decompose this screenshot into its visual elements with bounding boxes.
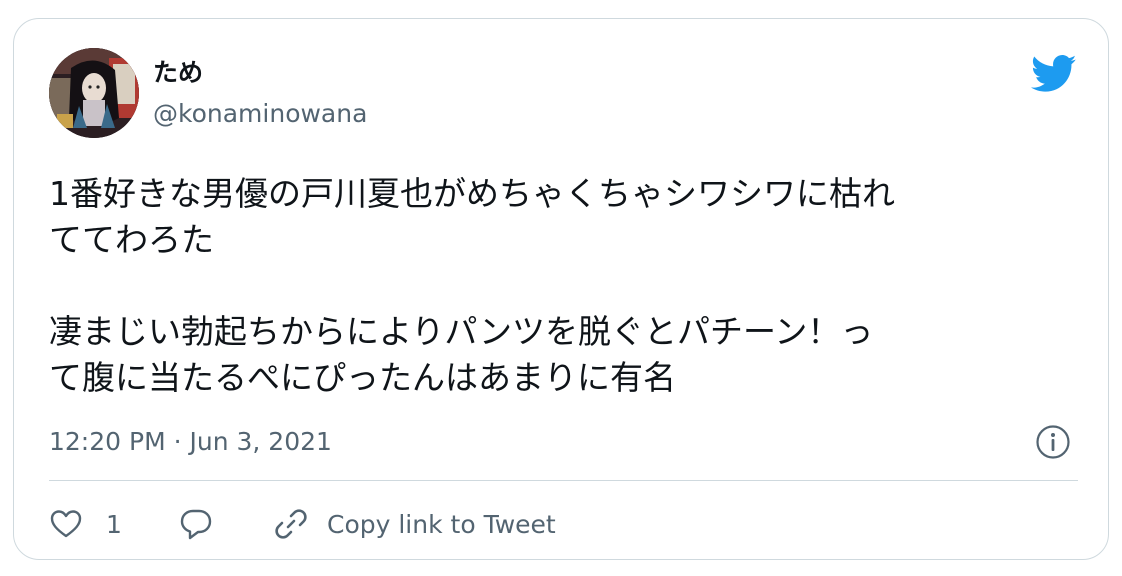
username-handle[interactable]: @konaminowana [153,97,367,131]
tweet-text-line: 1番好きな男優の戸川夏也がめちゃくちゃシワシワに枯れ [49,174,895,213]
info-icon[interactable] [1035,424,1071,460]
tweet-timestamp[interactable]: 12:20 PM · Jun 3, 2021 [49,425,332,459]
heart-icon [50,509,82,539]
tweet-text-line: ててわろた [49,220,214,259]
tweet-text: 1番好きな男優の戸川夏也がめちゃくちゃシワシワに枯れ ててわろた 凄まじい勃起ち… [49,171,1089,401]
like-button[interactable]: 1 [50,502,122,546]
tweet-card[interactable]: ため @konaminowana 1番好きな男優の戸川夏也がめちゃくちゃシワシワ… [13,18,1109,560]
divider [49,480,1078,481]
avatar[interactable] [49,48,139,138]
link-icon [274,507,308,541]
avatar-image [49,48,139,138]
display-name[interactable]: ため [153,56,203,90]
like-count: 1 [106,509,122,539]
copy-link-button[interactable]: Copy link to Tweet [274,502,556,546]
tweet-text-line: 凄まじい勃起ちからによりパンツを脱ぐとパチーン！っ [49,312,874,351]
copy-link-label: Copy link to Tweet [327,509,556,539]
reply-button[interactable] [179,502,213,546]
reply-bubble-icon [179,508,213,540]
tweet-text-line: て腹に当たるぺにぴったんはあまりに有名 [49,358,676,397]
twitter-bird-icon[interactable] [1031,54,1077,94]
